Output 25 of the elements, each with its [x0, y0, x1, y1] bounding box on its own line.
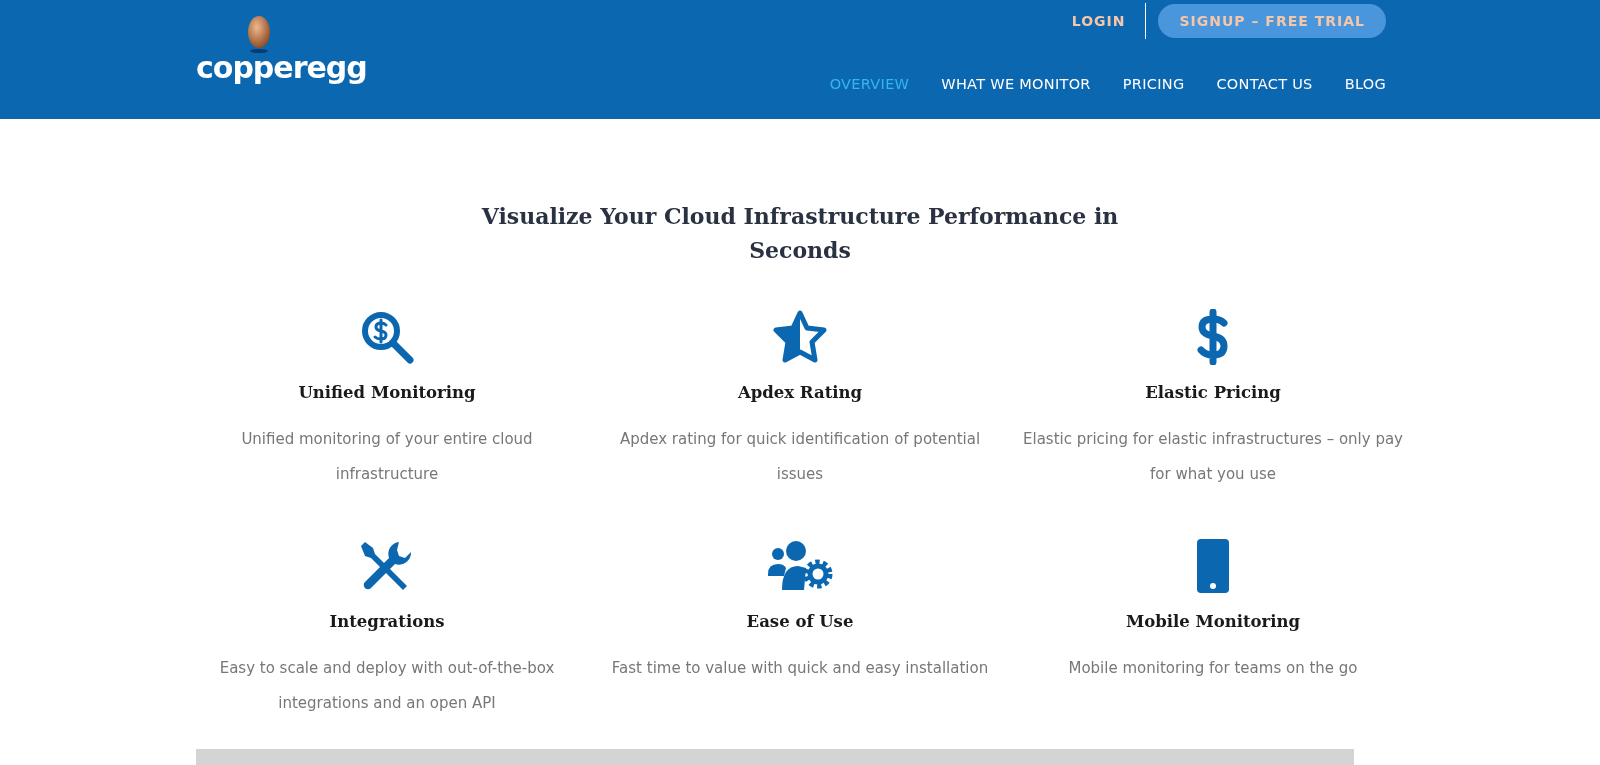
feature-title: Ease of Use — [746, 612, 854, 631]
feature-description: Mobile monitoring for teams on the go — [1067, 658, 1359, 679]
feature-title: Unified Monitoring — [298, 383, 476, 402]
feature-title: Elastic Pricing — [1145, 383, 1281, 402]
feature-description: Easy to scale and deploy with out-of-the-box integrations and an open API — [218, 658, 556, 714]
feature-description: Unified monitoring of your entire cloud infrastructure — [240, 429, 534, 485]
section-heading: Visualize Your Cloud Infrastructure Performance in Seconds — [480, 202, 1120, 265]
feature-description: Apdex rating for quick identification of potential issues — [618, 429, 982, 485]
feature-title: Apdex Rating — [737, 383, 863, 402]
feature-title: Mobile Monitoring — [1125, 612, 1301, 631]
egg-icon — [246, 14, 272, 54]
half-star-icon — [772, 310, 828, 364]
dollar-magnifier-icon — [360, 310, 414, 364]
mobile-phone-icon — [1196, 538, 1230, 594]
logo-text[interactable]: copperegg — [196, 52, 367, 84]
login-link[interactable]: LOGIN — [1071, 3, 1147, 39]
nav-link[interactable]: BLOG — [1344, 76, 1386, 92]
feature-title: Integrations — [329, 612, 445, 631]
nav-link[interactable]: PRICING — [1122, 76, 1185, 92]
users-gear-icon — [766, 540, 834, 592]
feature-description: Fast time to value with quick and easy installation — [610, 658, 990, 679]
nav-link[interactable]: CONTACT US — [1216, 76, 1313, 92]
dollar-icon — [1196, 309, 1230, 365]
feature-description: Elastic pricing for elastic infrastructures – only pay for what you use — [1022, 429, 1404, 485]
nav-link[interactable]: WHAT WE MONITOR — [941, 76, 1091, 92]
